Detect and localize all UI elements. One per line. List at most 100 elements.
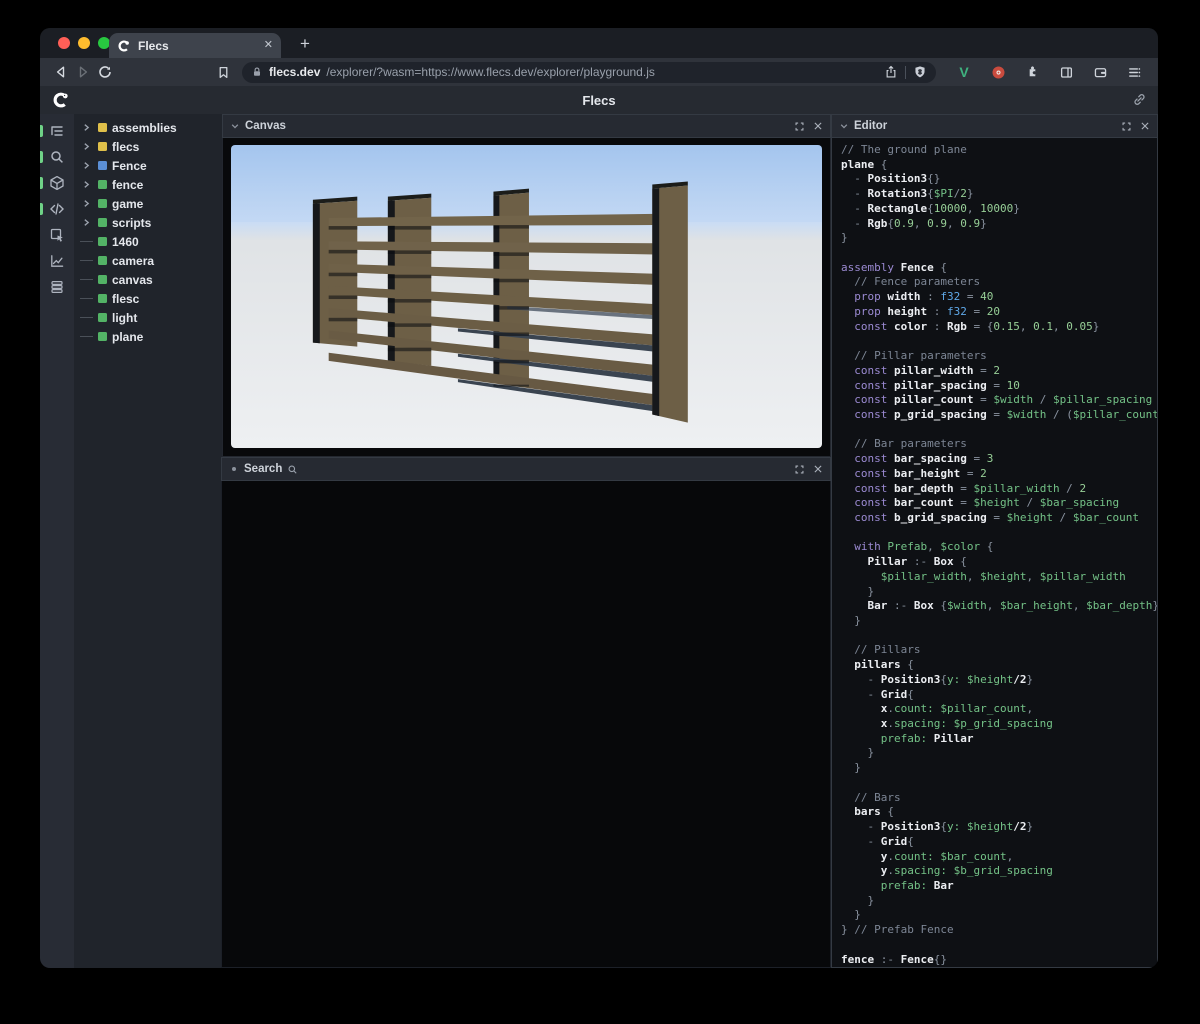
menu-icon[interactable] xyxy=(1124,62,1144,82)
window-controls[interactable] xyxy=(58,37,110,49)
back-button[interactable] xyxy=(50,61,72,83)
vue-devtools-icon[interactable]: V xyxy=(954,62,974,82)
entity-kind-icon xyxy=(98,294,107,303)
new-tab-button[interactable]: + xyxy=(292,32,318,56)
close-panel-icon[interactable] xyxy=(813,464,823,474)
search-panel-header[interactable]: Search xyxy=(221,457,831,481)
tab-strip: Flecs ✕ + xyxy=(40,28,1158,58)
chevron-down-icon[interactable] xyxy=(839,121,849,131)
chevron-right-icon[interactable] xyxy=(80,123,93,132)
close-panel-icon[interactable] xyxy=(813,121,823,131)
code-editor-icon[interactable] xyxy=(40,196,74,222)
expand-icon[interactable] xyxy=(1121,121,1132,132)
entity-kind-icon xyxy=(98,142,107,151)
reload-button[interactable] xyxy=(94,61,116,83)
entity-tree-icon[interactable] xyxy=(40,118,74,144)
inspector-icon[interactable] xyxy=(40,222,74,248)
chevron-right-icon[interactable] xyxy=(80,142,93,151)
browser-window: Flecs ✕ + flecs.dev /explorer/?wasm=http… xyxy=(40,28,1158,968)
chevron-right-icon[interactable] xyxy=(80,199,93,208)
query-search-icon[interactable] xyxy=(40,144,74,170)
code-line xyxy=(841,334,1157,349)
chevron-right-icon[interactable] xyxy=(80,161,93,170)
tree-item-flesc[interactable]: flesc xyxy=(74,289,221,308)
wallet-icon[interactable] xyxy=(1090,62,1110,82)
code-line: prefab: Pillar xyxy=(841,732,1157,747)
extensions-puzzle-icon[interactable] xyxy=(1022,62,1042,82)
canvas-3d-render[interactable] xyxy=(231,145,822,448)
tree-branch-line xyxy=(80,260,93,262)
statistics-icon[interactable] xyxy=(40,248,74,274)
editor-panel-header[interactable]: Editor xyxy=(831,114,1158,138)
tree-item-flecs[interactable]: flecs xyxy=(74,137,221,156)
canvas-panel-title: Canvas xyxy=(245,120,286,132)
tree-item-1460[interactable]: 1460 xyxy=(74,232,221,251)
minimize-window-button[interactable] xyxy=(78,37,90,49)
flecs-favicon-icon xyxy=(117,39,131,53)
lock-icon xyxy=(251,66,263,78)
app-header: Flecs xyxy=(40,86,1158,114)
flecs-logo-icon[interactable] xyxy=(52,91,70,109)
tree-item-camera[interactable]: camera xyxy=(74,251,221,270)
code-line: } // Prefab Fence xyxy=(841,923,1157,938)
code-line: $pillar_width, $height, $pillar_width xyxy=(841,570,1157,585)
tree-item-plane[interactable]: plane xyxy=(74,327,221,346)
search-icon xyxy=(287,464,298,475)
browser-tab[interactable]: Flecs ✕ xyxy=(109,33,281,58)
close-window-button[interactable] xyxy=(58,37,70,49)
code-line: const b_grid_spacing = $height / $bar_co… xyxy=(841,511,1157,526)
code-line xyxy=(841,629,1157,644)
tree-item-scripts[interactable]: scripts xyxy=(74,213,221,232)
tree-item-assemblies[interactable]: assemblies xyxy=(74,118,221,137)
tab-close-icon[interactable]: ✕ xyxy=(264,40,273,51)
entity-kind-icon xyxy=(98,218,107,227)
code-line: x.spacing: $p_grid_spacing xyxy=(841,717,1157,732)
entity-kind-icon xyxy=(98,199,107,208)
editor-code[interactable]: // The ground planeplane { - Position3{}… xyxy=(831,138,1158,968)
brave-shield-icon[interactable] xyxy=(913,65,927,79)
entity-kind-icon xyxy=(98,313,107,322)
editor-panel-title: Editor xyxy=(854,120,887,132)
bookmark-icon[interactable] xyxy=(212,61,234,83)
code-line: // The ground plane xyxy=(841,143,1157,158)
tree-item-canvas[interactable]: canvas xyxy=(74,270,221,289)
chevron-down-icon[interactable] xyxy=(230,121,240,131)
code-line: assembly Fence { xyxy=(841,261,1157,276)
tree-item-fence[interactable]: fence xyxy=(74,175,221,194)
tree-branch-line xyxy=(80,336,93,338)
sidebar-toggle-icon[interactable] xyxy=(1056,62,1076,82)
tree-item-Fence[interactable]: Fence xyxy=(74,156,221,175)
canvas-3d-cube-icon[interactable] xyxy=(40,170,74,196)
code-line: with Prefab, $color { xyxy=(841,540,1157,555)
flecs-app: Flecs xyxy=(40,86,1158,968)
expand-icon[interactable] xyxy=(794,121,805,132)
code-line: } xyxy=(841,746,1157,761)
red-extension-icon[interactable] xyxy=(988,62,1008,82)
code-line: } xyxy=(841,231,1157,246)
tree-item-game[interactable]: game xyxy=(74,194,221,213)
tree-item-label: flesc xyxy=(112,292,139,306)
expand-icon[interactable] xyxy=(794,464,805,475)
canvas-panel-header[interactable]: Canvas xyxy=(222,114,831,138)
code-line: plane { xyxy=(841,158,1157,173)
tree-item-light[interactable]: light xyxy=(74,308,221,327)
code-line: - Position3{y: $height/2} xyxy=(841,820,1157,835)
code-line: prop height : f32 = 20 xyxy=(841,305,1157,320)
url-bar[interactable]: flecs.dev /explorer/?wasm=https://www.fl… xyxy=(242,62,936,83)
close-panel-icon[interactable] xyxy=(1140,121,1150,131)
share-link-icon[interactable] xyxy=(1132,92,1147,107)
editor-panel: Editor // The ground planeplane { - Posi… xyxy=(831,114,1158,968)
code-line: - Rgb{0.9, 0.9, 0.9} xyxy=(841,217,1157,232)
entity-kind-icon xyxy=(98,180,107,189)
code-line: y.spacing: $b_grid_spacing xyxy=(841,864,1157,879)
icon-sidebar xyxy=(40,114,74,968)
search-results-area[interactable] xyxy=(221,481,831,968)
tree-item-label: canvas xyxy=(112,273,153,287)
share-icon[interactable] xyxy=(884,65,898,79)
forward-button[interactable] xyxy=(72,61,94,83)
rest-api-icon[interactable] xyxy=(40,274,74,300)
code-line xyxy=(841,423,1157,438)
chevron-right-icon[interactable] xyxy=(80,180,93,189)
chevron-right-icon[interactable] xyxy=(80,218,93,227)
tree-item-label: assemblies xyxy=(112,121,177,135)
